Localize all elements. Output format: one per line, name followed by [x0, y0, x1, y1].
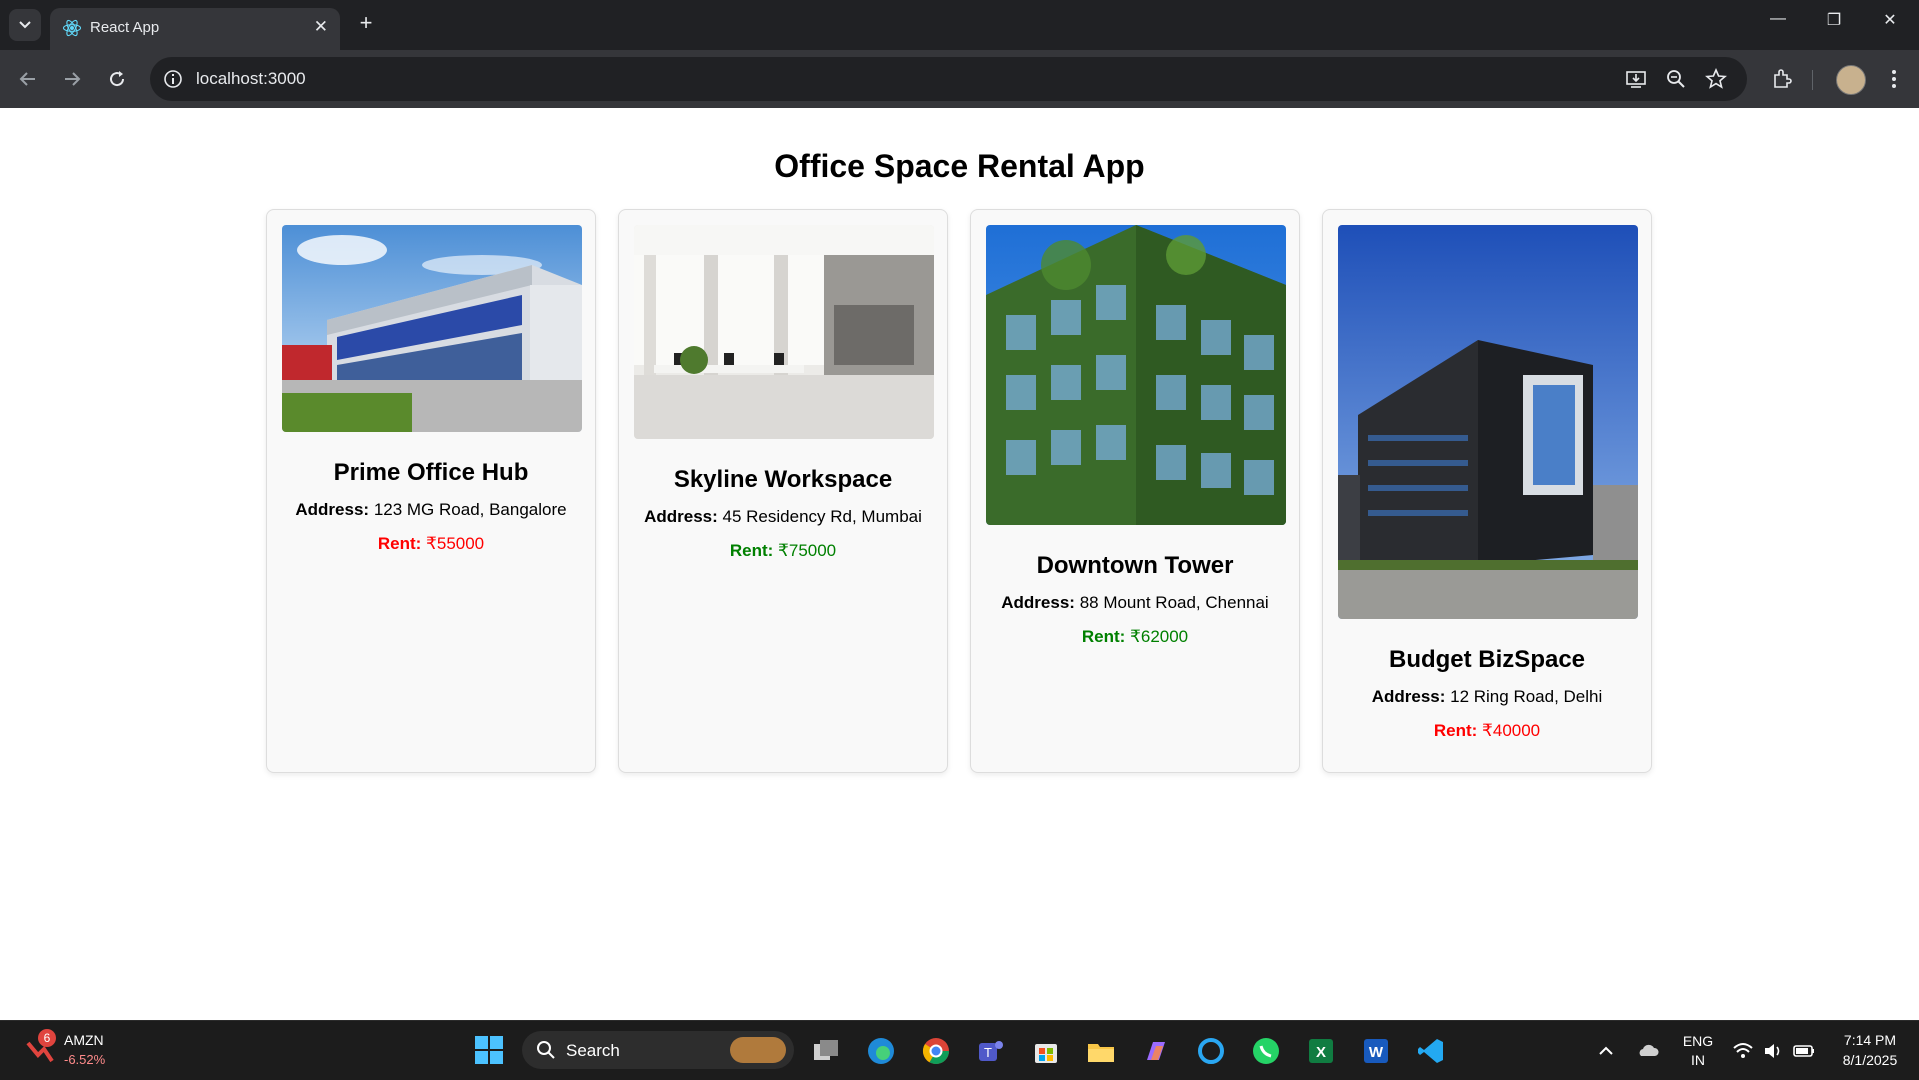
office-image — [1338, 225, 1638, 619]
address-label: Address: — [295, 500, 370, 519]
address-label: Address: — [1001, 593, 1075, 612]
taskbar-search[interactable]: Search — [522, 1031, 794, 1069]
vscode-icon[interactable] — [1416, 1036, 1446, 1066]
office-name: Skyline Workspace — [673, 466, 893, 493]
more-menu-icon[interactable] — [1882, 67, 1906, 91]
stock-widget[interactable]: 6 — [24, 1029, 56, 1067]
rent-value: ₹55000 — [426, 534, 485, 553]
zoom-icon[interactable] — [1665, 68, 1687, 90]
back-button[interactable] — [16, 67, 40, 91]
office-name: Downtown Tower — [1036, 552, 1234, 579]
search-highlight-image — [730, 1037, 786, 1063]
address-value: 123 MG Road, Bangalore — [373, 500, 567, 519]
tab-search-button[interactable] — [9, 9, 41, 41]
toolbar-divider — [1812, 70, 1813, 90]
cortana-icon[interactable] — [1196, 1036, 1226, 1066]
tab-close-icon[interactable]: ✕ — [314, 17, 328, 37]
office-card: Downtown Tower Address: 88 Mount Road, C… — [970, 209, 1300, 773]
rent-value: ₹40000 — [1482, 721, 1541, 740]
address-bar[interactable]: localhost:3000 — [150, 57, 1747, 101]
teams-icon[interactable]: T — [976, 1036, 1006, 1066]
chevron-down-icon — [19, 21, 31, 29]
taskbar: 6 AMZN -6.52% Search T X W ENG IN 7:14 P… — [0, 1020, 1919, 1080]
word-icon[interactable]: W — [1361, 1036, 1391, 1066]
address-label: Address: — [644, 507, 718, 526]
svg-text:W: W — [1369, 1044, 1384, 1061]
chevron-up-icon[interactable] — [1596, 1041, 1616, 1061]
rent-value: ₹75000 — [778, 541, 837, 560]
office-address: Address: 88 Mount Road, Chennai — [971, 593, 1299, 613]
close-window-button[interactable]: ✕ — [1878, 10, 1902, 30]
office-rent: Rent: ₹40000 — [1323, 721, 1651, 741]
office-rent: Rent: ₹75000 — [619, 541, 947, 561]
address-value: 88 Mount Road, Chennai — [1079, 593, 1269, 612]
edge-icon[interactable] — [866, 1036, 896, 1066]
office-card: Budget BizSpace Address: 12 Ring Road, D… — [1322, 209, 1652, 773]
install-app-icon[interactable] — [1625, 68, 1647, 90]
task-view-icon[interactable] — [811, 1036, 841, 1066]
office-image — [282, 225, 582, 432]
volume-icon[interactable] — [1762, 1040, 1784, 1062]
store-icon[interactable] — [1031, 1036, 1061, 1066]
office-address: Address: 12 Ring Road, Delhi — [1323, 687, 1651, 707]
battery-icon[interactable] — [1792, 1040, 1816, 1062]
windows-start-icon[interactable] — [474, 1035, 504, 1065]
office-address: Address: 123 MG Road, Bangalore — [267, 500, 595, 520]
site-info-icon[interactable] — [162, 68, 184, 90]
stock-ticker: AMZN — [64, 1032, 104, 1048]
clock-time[interactable]: 7:14 PM — [1830, 1032, 1910, 1048]
forward-button[interactable] — [60, 67, 84, 91]
rent-label: Rent: — [729, 541, 774, 560]
office-rent: Rent: ₹62000 — [971, 627, 1299, 647]
office-address: Address: 45 Residency Rd, Mumbai — [619, 507, 947, 527]
address-value: 12 Ring Road, Delhi — [1450, 687, 1603, 706]
address-label: Address: — [1371, 687, 1446, 706]
rent-label: Rent: — [1433, 721, 1478, 740]
bookmark-star-icon[interactable] — [1705, 68, 1727, 90]
page-title: Office Space Rental App — [774, 148, 1145, 184]
copilot-icon[interactable] — [1141, 1036, 1171, 1066]
search-icon — [537, 1041, 555, 1059]
address-value: 45 Residency Rd, Mumbai — [722, 507, 922, 526]
react-logo-icon — [62, 19, 82, 37]
notification-badge: 6 — [38, 1029, 56, 1047]
restore-button[interactable]: ❐ — [1822, 10, 1846, 30]
stock-change: -6.52% — [64, 1052, 106, 1067]
minimize-button[interactable]: — — [1766, 10, 1790, 28]
extensions-icon[interactable] — [1770, 67, 1794, 91]
office-image — [986, 225, 1286, 525]
onedrive-icon[interactable] — [1636, 1039, 1660, 1063]
search-label: Search — [566, 1041, 620, 1060]
tab-title: React App — [90, 19, 160, 36]
office-rent: Rent: ₹55000 — [267, 534, 595, 554]
chrome-icon[interactable] — [921, 1036, 951, 1066]
browser-tab[interactable]: React App ✕ — [50, 8, 340, 50]
rent-label: Rent: — [1081, 627, 1126, 646]
new-tab-button[interactable]: + — [354, 11, 378, 35]
arrow-left-icon — [19, 72, 35, 86]
office-card: Prime Office Hub Address: 123 MG Road, B… — [266, 209, 596, 773]
office-name: Budget BizSpace — [1388, 646, 1586, 673]
clock-date[interactable]: 8/1/2025 — [1830, 1052, 1910, 1068]
language-line2[interactable]: IN — [1682, 1052, 1714, 1068]
language-line1[interactable]: ENG — [1682, 1033, 1714, 1049]
svg-text:T: T — [984, 1045, 992, 1060]
file-explorer-icon[interactable] — [1086, 1036, 1116, 1066]
url-text[interactable]: localhost:3000 — [196, 69, 306, 89]
office-image — [634, 225, 934, 439]
office-name: Prime Office Hub — [333, 459, 529, 486]
browser-tab-strip: React App ✕ + — ❐ ✕ — [0, 0, 1919, 50]
arrow-right-icon — [65, 72, 81, 86]
reload-icon — [110, 71, 125, 87]
profile-avatar[interactable] — [1836, 65, 1866, 95]
excel-icon[interactable]: X — [1306, 1036, 1336, 1066]
svg-text:X: X — [1316, 1044, 1326, 1061]
browser-toolbar: localhost:3000 — [0, 50, 1919, 108]
reload-button[interactable] — [105, 67, 129, 91]
office-card: Skyline Workspace Address: 45 Residency … — [618, 209, 948, 773]
wifi-icon[interactable] — [1732, 1040, 1754, 1062]
rent-value: ₹62000 — [1130, 627, 1189, 646]
whatsapp-icon[interactable] — [1251, 1036, 1281, 1066]
rent-label: Rent: — [377, 534, 422, 553]
